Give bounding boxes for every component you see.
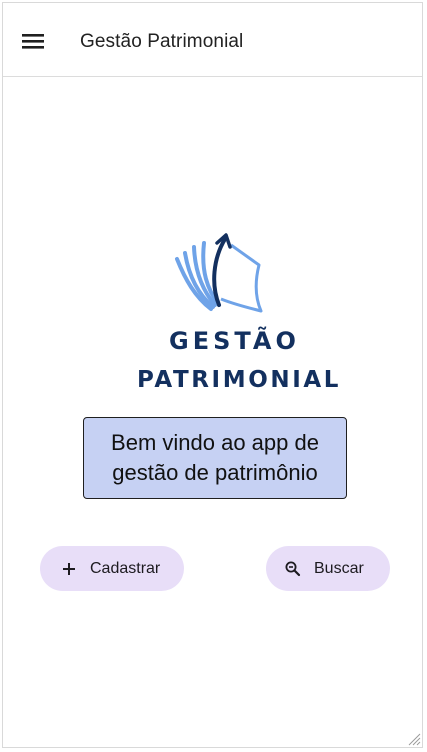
logo-text-patrimonial: PATRIMONIAL [137,367,342,393]
menu-button[interactable] [17,25,49,57]
plus-icon [60,560,78,578]
logo-text-gestao: GESTÃO [169,327,300,355]
app-window: Gestão Patrimonial GESTÃO PATRIMONIAL Be… [2,2,423,748]
welcome-text: Bem vindo ao app de gestão de patrimônio [111,430,319,485]
welcome-card: Bem vindo ao app de gestão de patrimônio [83,417,347,499]
search-icon [284,560,302,578]
hamburger-menu-icon [22,34,44,49]
resize-grip-icon[interactable] [407,732,421,746]
app-title: Gestão Patrimonial [80,31,244,52]
logo-shield-outline [220,243,263,313]
cadastrar-button[interactable]: Cadastrar [40,546,184,591]
logo-arrow-curve [212,237,227,307]
buscar-button[interactable]: Buscar [266,546,390,591]
cadastrar-label: Cadastrar [90,559,161,577]
top-app-bar: Gestão Patrimonial [3,3,422,77]
buscar-label: Buscar [314,559,364,577]
